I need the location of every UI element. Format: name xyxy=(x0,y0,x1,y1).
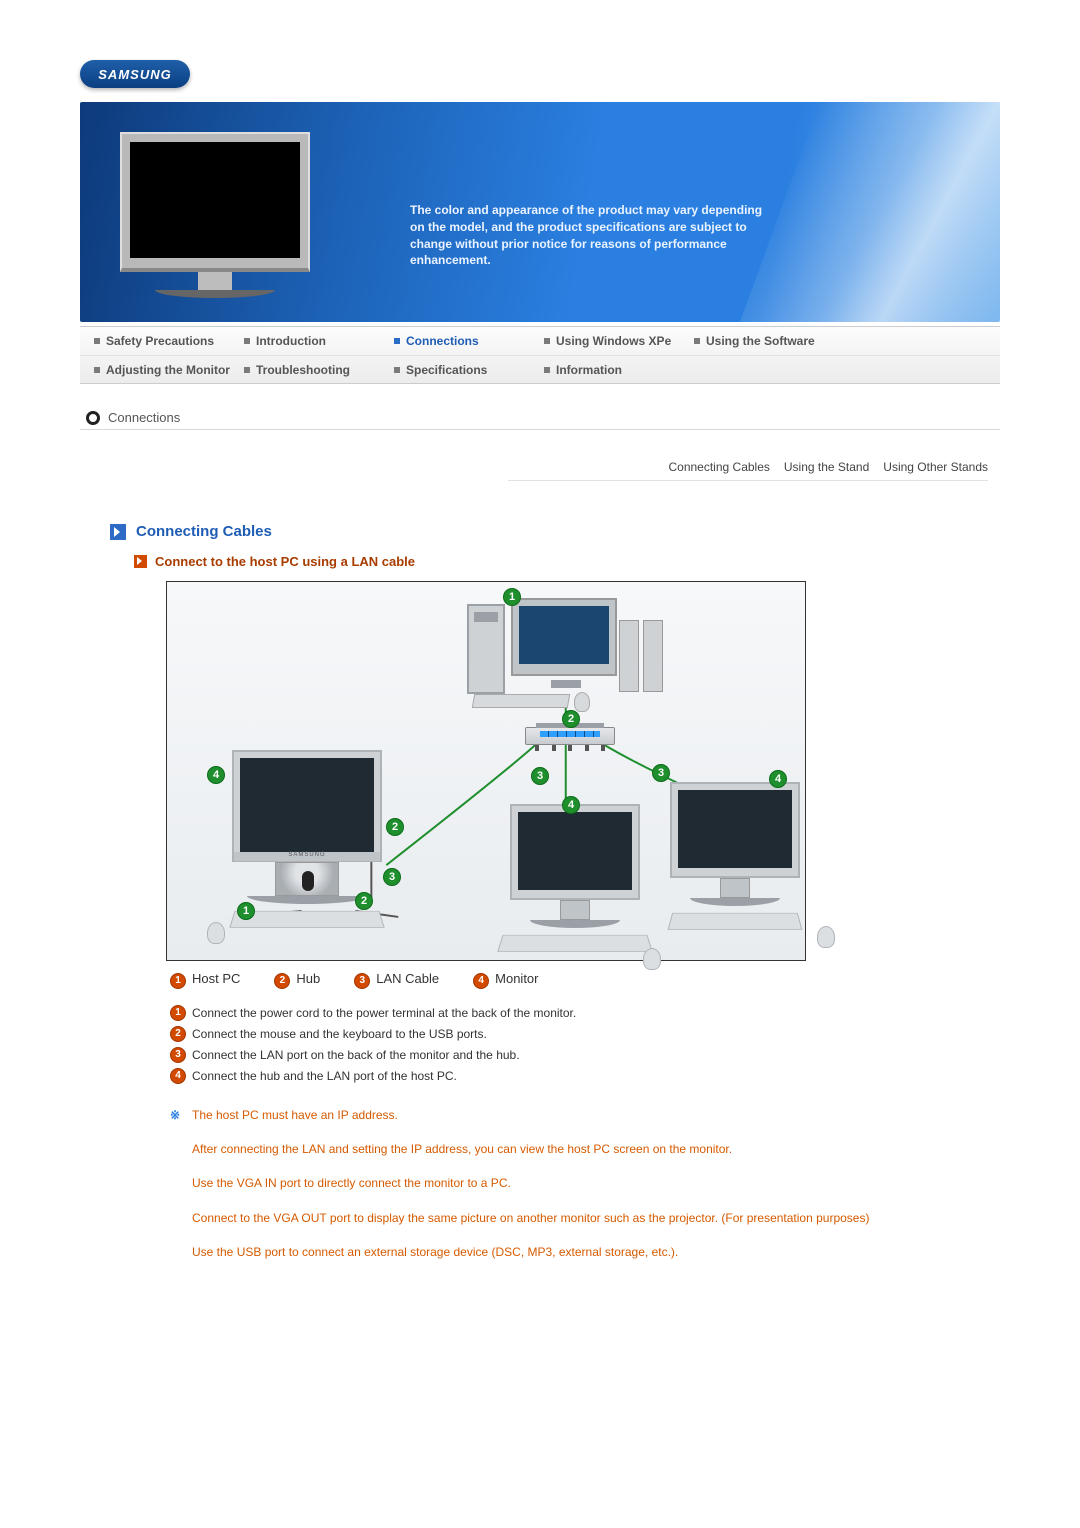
subsection-title: Connect to the host PC using a LAN cable xyxy=(155,554,415,569)
step-row: 1 Connect the power cord to the power ter… xyxy=(170,1003,988,1024)
connection-diagram: SAMSUNG 1 2 3 4 3 4 4 2 xyxy=(166,581,806,961)
nav-label: Using Windows XPe xyxy=(556,334,671,348)
arrow-square-icon xyxy=(110,524,126,540)
nav-label: Adjusting the Monitor xyxy=(106,363,230,377)
nav-label: Introduction xyxy=(256,334,326,348)
diagram-badge-1b: 1 xyxy=(237,902,255,920)
step-text: Connect the power cord to the power term… xyxy=(192,1003,576,1024)
nav-information[interactable]: Information xyxy=(538,363,688,377)
sub-tabs: Connecting Cables Using the Stand Using … xyxy=(508,460,988,481)
subsection-heading: Connect to the host PC using a LAN cable xyxy=(134,554,988,569)
note-marker-icon: ※ xyxy=(170,1105,182,1117)
nav-label: Connections xyxy=(406,334,479,348)
note-text: Use the VGA IN port to directly connect … xyxy=(192,1173,910,1193)
step-text: Connect the LAN port on the back of the … xyxy=(192,1045,520,1066)
subtab-using-other-stands[interactable]: Using Other Stands xyxy=(883,460,988,474)
diagram-badge-2: 2 xyxy=(562,710,580,728)
legend-item: 2 Hub xyxy=(274,971,320,989)
subtab-connecting-cables[interactable]: Connecting Cables xyxy=(668,460,769,474)
step-row: 4 Connect the hub and the LAN port of the… xyxy=(170,1066,988,1087)
nav-connections[interactable]: Connections xyxy=(388,334,538,348)
step-text: Connect the mouse and the keyboard to th… xyxy=(192,1024,487,1045)
nav-label: Safety Precautions xyxy=(106,334,214,348)
diagram-badge-3: 3 xyxy=(531,767,549,785)
legend-number: 1 xyxy=(170,973,186,989)
legend-item: 3 LAN Cable xyxy=(354,971,439,989)
nav-label: Troubleshooting xyxy=(256,363,350,377)
arrow-square-orange-icon xyxy=(134,555,147,568)
nav-adjusting-monitor[interactable]: Adjusting the Monitor xyxy=(88,363,238,377)
diagram-hub xyxy=(525,727,615,745)
hero-banner: The color and appearance of the product … xyxy=(80,102,1000,322)
diagram-pc-tower xyxy=(467,604,505,694)
note-text: Connect to the VGA OUT port to display t… xyxy=(192,1208,910,1228)
section-title: Connecting Cables xyxy=(136,523,272,540)
diagram-pc-keyboard xyxy=(472,694,570,708)
diagram-hub-feet xyxy=(535,745,605,751)
step-row: 3 Connect the LAN port on the back of the… xyxy=(170,1045,988,1066)
diagram-pc-monitor xyxy=(511,598,617,676)
diagram-badge-2b: 2 xyxy=(386,818,404,836)
hero-disclaimer: The color and appearance of the product … xyxy=(410,202,770,269)
step-text: Connect the hub and the LAN port of the … xyxy=(192,1066,457,1087)
nav-windows-xpe[interactable]: Using Windows XPe xyxy=(538,334,688,348)
step-number: 1 xyxy=(170,1005,186,1021)
step-number: 3 xyxy=(170,1047,186,1063)
nav-specifications[interactable]: Specifications xyxy=(388,363,538,377)
note-text: The host PC must have an IP address. xyxy=(192,1105,398,1125)
diagram-badge-3c: 3 xyxy=(383,868,401,886)
nav-row-1: Safety Precautions Introduction Connecti… xyxy=(80,327,1000,355)
subtab-using-stand[interactable]: Using the Stand xyxy=(784,460,869,474)
section-heading: Connecting Cables xyxy=(110,523,988,540)
legend-item: 1 Host PC xyxy=(170,971,240,989)
nav-row-2: Adjusting the Monitor Troubleshooting Sp… xyxy=(80,355,1000,383)
nav-troubleshooting[interactable]: Troubleshooting xyxy=(238,363,388,377)
diagram-pc-mouse xyxy=(574,692,590,712)
legend-number: 3 xyxy=(354,973,370,989)
diagram-badge-1: 1 xyxy=(503,588,521,606)
nav-label: Using the Software xyxy=(706,334,815,348)
brand-logo: SAMSUNG xyxy=(80,60,190,88)
main-nav: Safety Precautions Introduction Connecti… xyxy=(80,326,1000,384)
breadcrumb: Connections xyxy=(86,410,226,430)
diagram-monitor-right xyxy=(635,782,835,972)
nav-label: Specifications xyxy=(406,363,487,377)
step-list: 1 Connect the power cord to the power ter… xyxy=(170,1003,988,1087)
nav-safety-precautions[interactable]: Safety Precautions xyxy=(88,334,238,348)
note-text: Use the USB port to connect an external … xyxy=(192,1242,910,1262)
legend-label: Host PC xyxy=(192,971,240,986)
step-number: 4 xyxy=(170,1068,186,1084)
note-line: ※ The host PC must have an IP address. xyxy=(170,1105,910,1125)
nav-using-software[interactable]: Using the Software xyxy=(688,334,838,348)
legend-number: 2 xyxy=(274,973,290,989)
nav-introduction[interactable]: Introduction xyxy=(238,334,388,348)
note-text: After connecting the LAN and setting the… xyxy=(192,1139,910,1159)
diagram-badge-4c: 4 xyxy=(769,770,787,788)
breadcrumb-label: Connections xyxy=(108,410,180,425)
hero-monitor-illustration xyxy=(110,132,320,302)
step-row: 2 Connect the mouse and the keyboard to t… xyxy=(170,1024,988,1045)
breadcrumb-marker-icon xyxy=(86,411,100,425)
notes-block: ※ The host PC must have an IP address. Af… xyxy=(170,1105,910,1263)
legend-label: Hub xyxy=(296,971,320,986)
nav-label: Information xyxy=(556,363,622,377)
diagram-pc-speaker xyxy=(643,620,663,692)
diagram-badge-4b: 4 xyxy=(207,766,225,784)
diagram-badge-3b: 3 xyxy=(652,764,670,782)
diagram-pc-speaker xyxy=(619,620,639,692)
diagram-badge-4: 4 xyxy=(562,796,580,814)
step-number: 2 xyxy=(170,1026,186,1042)
diagram-badge-2c: 2 xyxy=(355,892,373,910)
legend-label: LAN Cable xyxy=(376,971,439,986)
